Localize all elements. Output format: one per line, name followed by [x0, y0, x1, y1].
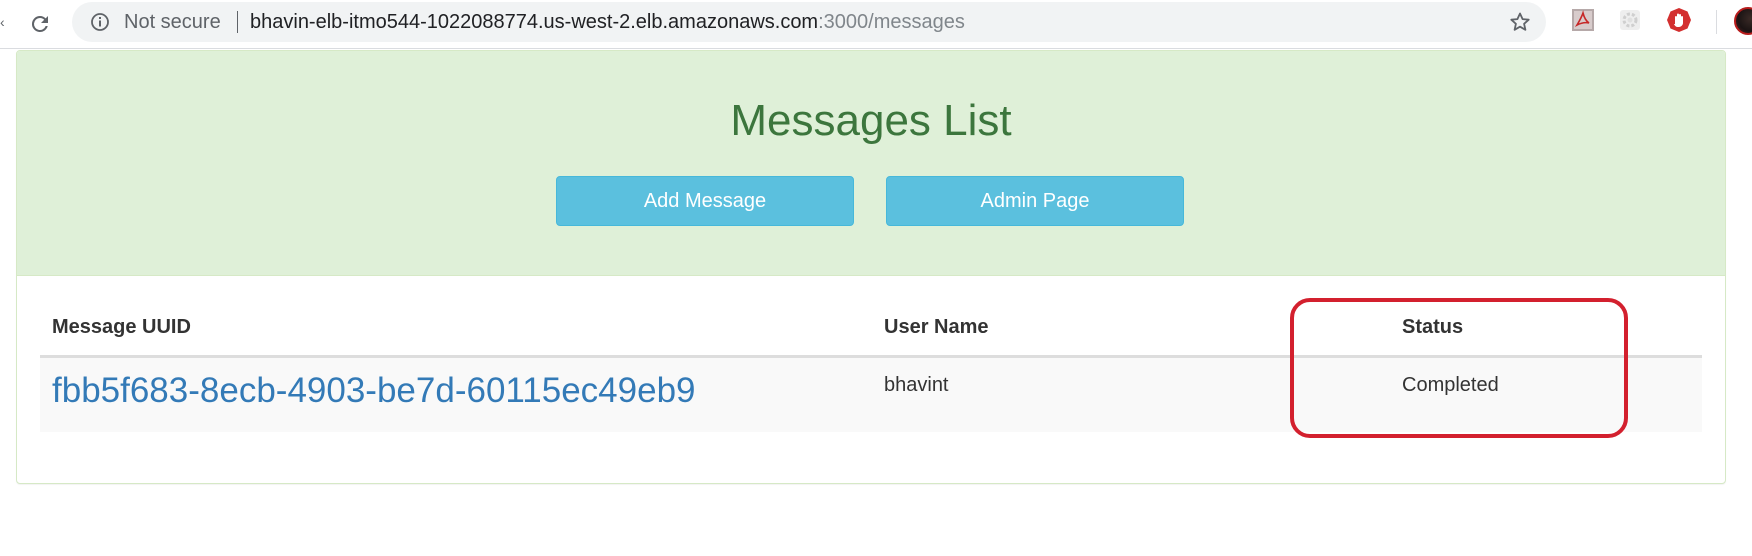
column-header-uuid: Message UUID	[40, 299, 872, 358]
admin-page-button[interactable]: Admin Page	[886, 176, 1184, 226]
toolbar-separator	[1716, 10, 1717, 34]
panel-heading: Messages List Add Message Admin Page	[17, 51, 1725, 276]
url-text[interactable]: bhavin-elb-itmo544-1022088774.us-west-2.…	[250, 12, 965, 32]
address-bar[interactable]: Not secure bhavin-elb-itmo544-1022088774…	[72, 2, 1546, 42]
pdf-extension-icon[interactable]	[1570, 7, 1596, 33]
info-icon[interactable]	[90, 12, 110, 32]
table-row: fbb5f683-8ecb-4903-be7d-60115ec49eb9 bha…	[40, 356, 1702, 432]
gear-extension-icon[interactable]	[1619, 9, 1641, 31]
cell-user: bhavint	[872, 356, 1390, 432]
cell-status: Completed	[1390, 356, 1702, 432]
add-message-button[interactable]: Add Message	[556, 176, 854, 226]
url-host: bhavin-elb-itmo544-1022088774.us-west-2.…	[250, 11, 819, 33]
browser-toolbar: ‹ Not secure bhavin-elb-itmo544-10220887…	[0, 0, 1752, 49]
page-title: Messages List	[730, 96, 1012, 145]
column-header-user: User Name	[872, 299, 1390, 358]
profile-avatar[interactable]	[1734, 7, 1752, 35]
messages-panel: Messages List Add Message Admin Page Mes…	[16, 50, 1726, 484]
table-header-row: Message UUID User Name Status	[40, 299, 1702, 358]
message-uuid-link[interactable]: fbb5f683-8ecb-4903-be7d-60115ec49eb9	[52, 372, 696, 410]
reload-button[interactable]	[22, 6, 58, 42]
column-header-status: Status	[1390, 299, 1702, 358]
star-icon[interactable]	[1508, 10, 1532, 34]
messages-table: Message UUID User Name Status fbb5f683-8…	[40, 299, 1702, 432]
omnibox-divider	[237, 11, 238, 33]
back-arrow-icon[interactable]: ‹	[0, 15, 5, 29]
reload-icon	[31, 15, 48, 32]
url-path: :3000/messages	[818, 11, 965, 33]
stop-hand-extension-icon[interactable]	[1666, 7, 1692, 33]
security-status-label[interactable]: Not secure	[124, 12, 221, 32]
cell-uuid: fbb5f683-8ecb-4903-be7d-60115ec49eb9	[40, 356, 872, 432]
